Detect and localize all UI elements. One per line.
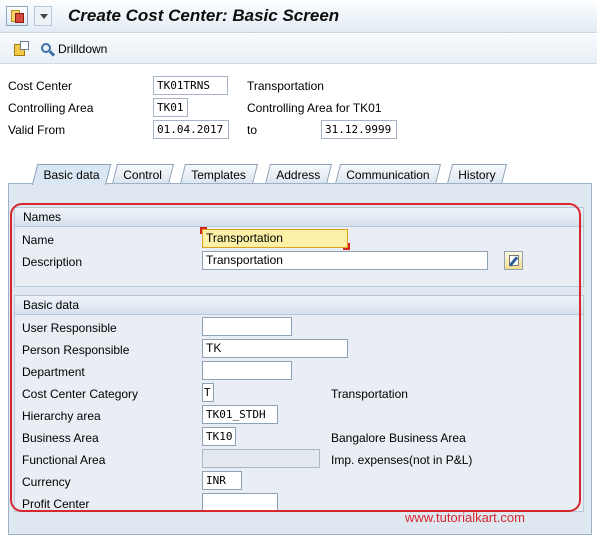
controlling-area-field[interactable]: TK01	[153, 98, 188, 117]
currency-field[interactable]: INR	[202, 471, 242, 490]
tab-communication[interactable]: Communication	[335, 164, 442, 184]
page-title: Create Cost Center: Basic Screen	[68, 6, 340, 25]
watermark-text: www.tutorialkart.com	[405, 510, 525, 525]
tab-address[interactable]: Address	[265, 164, 333, 184]
category-text: Transportation	[331, 387, 408, 401]
title-bar: Create Cost Center: Basic Screen	[0, 0, 597, 33]
department-field[interactable]	[202, 361, 292, 380]
profit-center-field[interactable]	[202, 493, 278, 512]
functional-area-label: Functional Area	[22, 453, 106, 467]
valid-from-label: Valid From	[8, 123, 66, 137]
cost-center-field[interactable]: TK01TRNS	[153, 76, 228, 95]
functional-area-field[interactable]	[202, 449, 320, 468]
tab-templates[interactable]: Templates	[180, 164, 258, 184]
create-copy-icon[interactable]	[14, 41, 30, 57]
cost-center-category-label: Cost Center Category	[22, 387, 139, 401]
tab-history[interactable]: History	[447, 164, 508, 184]
description-label: Description	[22, 255, 83, 269]
valid-from-field[interactable]: 01.04.2017	[153, 120, 229, 139]
person-responsible-field[interactable]: TK	[202, 339, 348, 358]
description-field[interactable]: Transportation	[202, 251, 488, 270]
currency-label: Currency	[22, 475, 71, 489]
hierarchy-area-field[interactable]: TK01_STDH	[202, 405, 278, 424]
controlling-area-label: Controlling Area	[8, 101, 94, 115]
tab-basic-data[interactable]: Basic data	[32, 164, 112, 185]
magnifier-icon	[40, 42, 56, 57]
controlling-area-text: Controlling Area for TK01	[247, 101, 382, 115]
cost-center-text: Transportation	[247, 79, 324, 93]
department-label: Department	[22, 365, 85, 379]
user-responsible-label: User Responsible	[22, 321, 117, 335]
drilldown-label: Drilldown	[58, 42, 108, 56]
names-group-title: Names	[15, 208, 583, 227]
name-label: Name	[22, 233, 55, 247]
business-area-text: Bangalore Business Area	[331, 431, 466, 445]
tab-control[interactable]: Control	[112, 164, 174, 184]
application-toolbar: Drilldown	[0, 34, 597, 64]
long-text-edit-icon[interactable]	[504, 251, 523, 270]
system-menu-icon[interactable]	[6, 6, 28, 26]
basic-data-group-title: Basic data	[15, 296, 583, 315]
drilldown-button[interactable]: Drilldown	[40, 40, 107, 58]
cost-center-label: Cost Center	[8, 79, 73, 93]
hierarchy-area-label: Hierarchy area	[22, 409, 101, 423]
menu-dropdown-icon[interactable]	[34, 6, 52, 26]
person-responsible-label: Person Responsible	[22, 343, 130, 357]
name-field[interactable]: Transportation	[200, 227, 350, 250]
functional-area-text: Imp. expenses(not in P&L)	[331, 453, 473, 467]
user-responsible-field[interactable]	[202, 317, 292, 336]
business-area-field[interactable]: TK10	[202, 427, 236, 446]
cost-center-category-field[interactable]: T	[202, 383, 214, 402]
valid-to-field[interactable]: 31.12.9999	[321, 120, 397, 139]
business-area-label: Business Area	[22, 431, 99, 445]
valid-to-label: to	[247, 123, 258, 137]
profit-center-label: Profit Center	[22, 497, 90, 511]
